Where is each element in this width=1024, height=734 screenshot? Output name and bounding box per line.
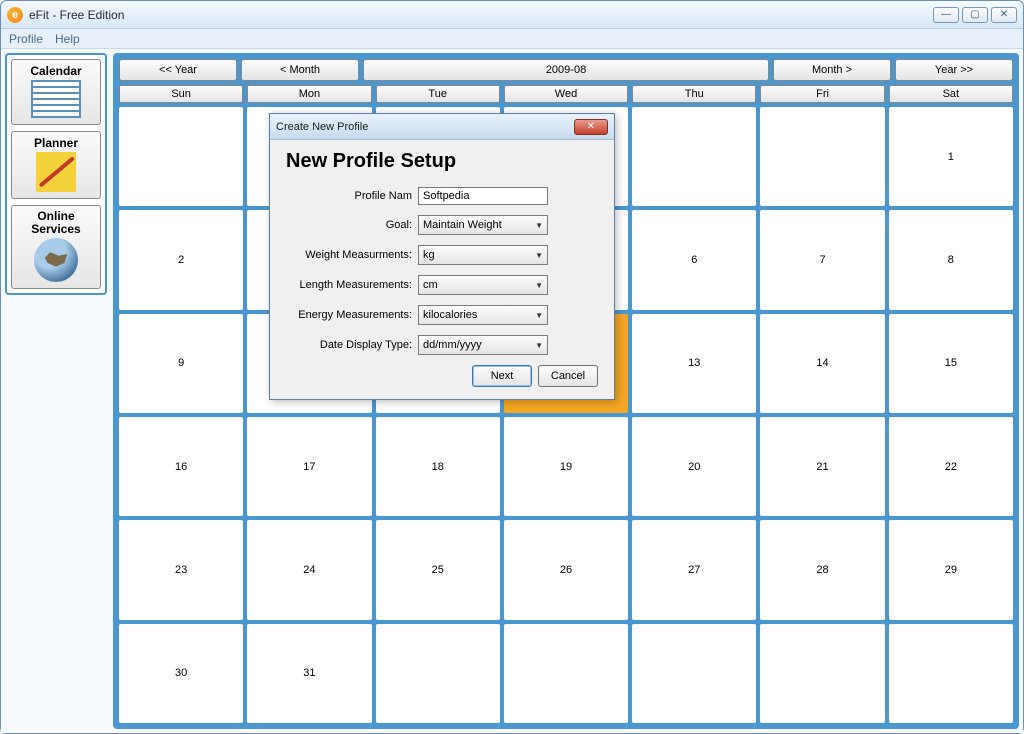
calendar-day-cell (760, 107, 884, 206)
energy-measurement-dropdown[interactable]: kilocalories (418, 305, 548, 325)
dialog-close-button[interactable]: ✕ (574, 119, 608, 135)
calendar-day-cell[interactable]: 21 (760, 417, 884, 516)
weight-measurement-label: Weight Measurments: (286, 249, 418, 261)
day-header: Thu (632, 85, 756, 103)
day-header: Fri (760, 85, 884, 103)
sidebar-planner-label: Planner (34, 136, 78, 150)
calendar-day-cell[interactable]: 22 (889, 417, 1013, 516)
menubar: Profile Help (1, 29, 1023, 49)
window-title: eFit - Free Edition (29, 8, 124, 22)
next-button[interactable]: Next (472, 365, 532, 387)
minimize-button[interactable]: — (933, 7, 959, 23)
maximize-button[interactable]: ▢ (962, 7, 988, 23)
calendar-day-cell[interactable]: 15 (889, 314, 1013, 413)
calendar-day-cell[interactable]: 26 (504, 520, 628, 619)
app-icon: e (7, 7, 23, 23)
calendar-day-cell[interactable]: 25 (376, 520, 500, 619)
calendar-day-cell (760, 624, 884, 723)
calendar-day-cell[interactable]: 30 (119, 624, 243, 723)
energy-measurement-label: Energy Measurements: (286, 309, 418, 321)
weight-measurement-dropdown[interactable]: kg (418, 245, 548, 265)
month-prev-button[interactable]: < Month (241, 59, 359, 81)
calendar-day-cell (632, 624, 756, 723)
calendar-day-cell (889, 624, 1013, 723)
day-header: Sun (119, 85, 243, 103)
calendar-day-cell[interactable]: 14 (760, 314, 884, 413)
goal-dropdown[interactable]: Maintain Weight (418, 215, 548, 235)
calendar-day-cell (119, 107, 243, 206)
profile-name-label: Profile Nam (286, 190, 418, 202)
planner-icon (36, 152, 76, 192)
calendar-day-cell (504, 624, 628, 723)
globe-icon (34, 238, 78, 282)
day-header: Wed (504, 85, 628, 103)
create-profile-dialog: Create New Profile ✕ New Profile Setup P… (269, 113, 615, 400)
month-next-button[interactable]: Month > (773, 59, 891, 81)
calendar-day-cell[interactable]: 8 (889, 210, 1013, 309)
calendar-toolbar: << Year < Month 2009-08 Month > Year >> (119, 59, 1013, 81)
calendar-day-cell[interactable]: 28 (760, 520, 884, 619)
calendar-day-cell (632, 107, 756, 206)
dialog-title: Create New Profile (276, 121, 368, 133)
current-period-button[interactable]: 2009-08 (363, 59, 769, 81)
calendar-day-cell[interactable]: 13 (632, 314, 756, 413)
titlebar: e eFit - Free Edition — ▢ ✕ (1, 1, 1023, 29)
dialog-titlebar: Create New Profile ✕ (270, 114, 614, 140)
year-next-button[interactable]: Year >> (895, 59, 1013, 81)
sidebar-online-services-button[interactable]: Online Services (11, 205, 101, 289)
year-prev-button[interactable]: << Year (119, 59, 237, 81)
calendar-day-cell[interactable]: 2 (119, 210, 243, 309)
calendar-day-cell[interactable]: 23 (119, 520, 243, 619)
date-display-dropdown[interactable]: dd/mm/yyyy (418, 335, 548, 355)
length-measurement-label: Length Measurements: (286, 279, 418, 291)
calendar-day-cell[interactable]: 18 (376, 417, 500, 516)
calendar-day-cell[interactable]: 20 (632, 417, 756, 516)
day-header-row: SunMon TueWedThuFri Sat (119, 85, 1013, 103)
dialog-heading: New Profile Setup (286, 150, 598, 173)
sidebar-online-services-label: Online Services (14, 210, 98, 236)
sidebar-planner-button[interactable]: Planner (11, 131, 101, 199)
day-header: Tue (376, 85, 500, 103)
calendar-day-cell[interactable]: 19 (504, 417, 628, 516)
calendar-week: 23242526272829 (119, 520, 1013, 619)
cancel-button[interactable]: Cancel (538, 365, 598, 387)
sidebar-calendar-label: Calendar (30, 64, 81, 78)
calendar-day-cell[interactable]: 24 (247, 520, 371, 619)
calendar-day-cell[interactable]: 27 (632, 520, 756, 619)
dialog-button-row: Next Cancel (286, 365, 598, 387)
calendar-icon (31, 80, 81, 118)
calendar-day-cell[interactable]: 1 (889, 107, 1013, 206)
calendar-week: 3031 (119, 624, 1013, 723)
day-header: Sat (889, 85, 1013, 103)
menu-profile[interactable]: Profile (9, 32, 43, 46)
day-header: Mon (247, 85, 371, 103)
window-controls: — ▢ ✕ (933, 7, 1017, 23)
date-display-label: Date Display Type: (286, 339, 418, 351)
length-measurement-dropdown[interactable]: cm (418, 275, 548, 295)
menu-help[interactable]: Help (55, 32, 80, 46)
calendar-day-cell[interactable]: 7 (760, 210, 884, 309)
calendar-day-cell[interactable]: 6 (632, 210, 756, 309)
calendar-day-cell[interactable]: 31 (247, 624, 371, 723)
calendar-week: 16171819202122 (119, 417, 1013, 516)
calendar-day-cell (376, 624, 500, 723)
calendar-day-cell[interactable]: 29 (889, 520, 1013, 619)
close-button[interactable]: ✕ (991, 7, 1017, 23)
sidebar: Calendar Planner Online Services (5, 53, 107, 295)
calendar-day-cell[interactable]: 17 (247, 417, 371, 516)
profile-name-input[interactable] (418, 187, 548, 205)
calendar-day-cell[interactable]: 16 (119, 417, 243, 516)
goal-label: Goal: (286, 219, 418, 231)
sidebar-calendar-button[interactable]: Calendar (11, 59, 101, 125)
calendar-day-cell[interactable]: 9 (119, 314, 243, 413)
dialog-body: New Profile Setup Profile Nam Goal: Main… (270, 140, 614, 399)
